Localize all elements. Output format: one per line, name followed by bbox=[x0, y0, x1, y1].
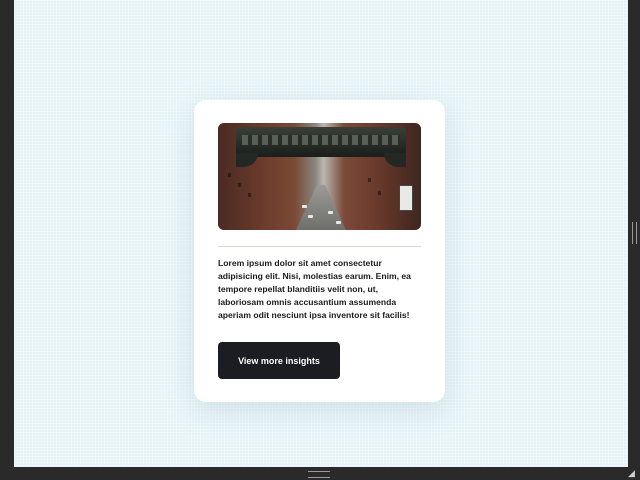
window-shape bbox=[368, 178, 371, 182]
window-shape bbox=[378, 191, 381, 195]
page-viewport: Lorem ipsum dolor sit amet consectetur a… bbox=[14, 0, 628, 467]
street-sign bbox=[399, 185, 413, 211]
bridge-shape bbox=[236, 127, 406, 157]
car-shape bbox=[308, 215, 313, 218]
insight-card: Lorem ipsum dolor sit amet consectetur a… bbox=[194, 100, 445, 402]
window-shape bbox=[228, 173, 231, 177]
card-image bbox=[218, 123, 421, 230]
bridge-arch-left bbox=[236, 153, 258, 167]
car-shape bbox=[302, 205, 307, 208]
view-more-insights-button[interactable]: View more insights bbox=[218, 342, 340, 379]
window-shape bbox=[238, 183, 241, 187]
resize-corner-icon[interactable]: ◢ bbox=[628, 469, 638, 479]
car-shape bbox=[328, 211, 333, 214]
card-divider bbox=[218, 246, 421, 247]
window-shape bbox=[248, 193, 251, 197]
bridge-arch-right bbox=[384, 153, 406, 167]
card-body-text: Lorem ipsum dolor sit amet consectetur a… bbox=[218, 258, 411, 320]
scroll-handle-icon[interactable] bbox=[632, 222, 637, 244]
scroll-handle-icon[interactable] bbox=[308, 471, 330, 478]
car-shape bbox=[336, 221, 341, 224]
